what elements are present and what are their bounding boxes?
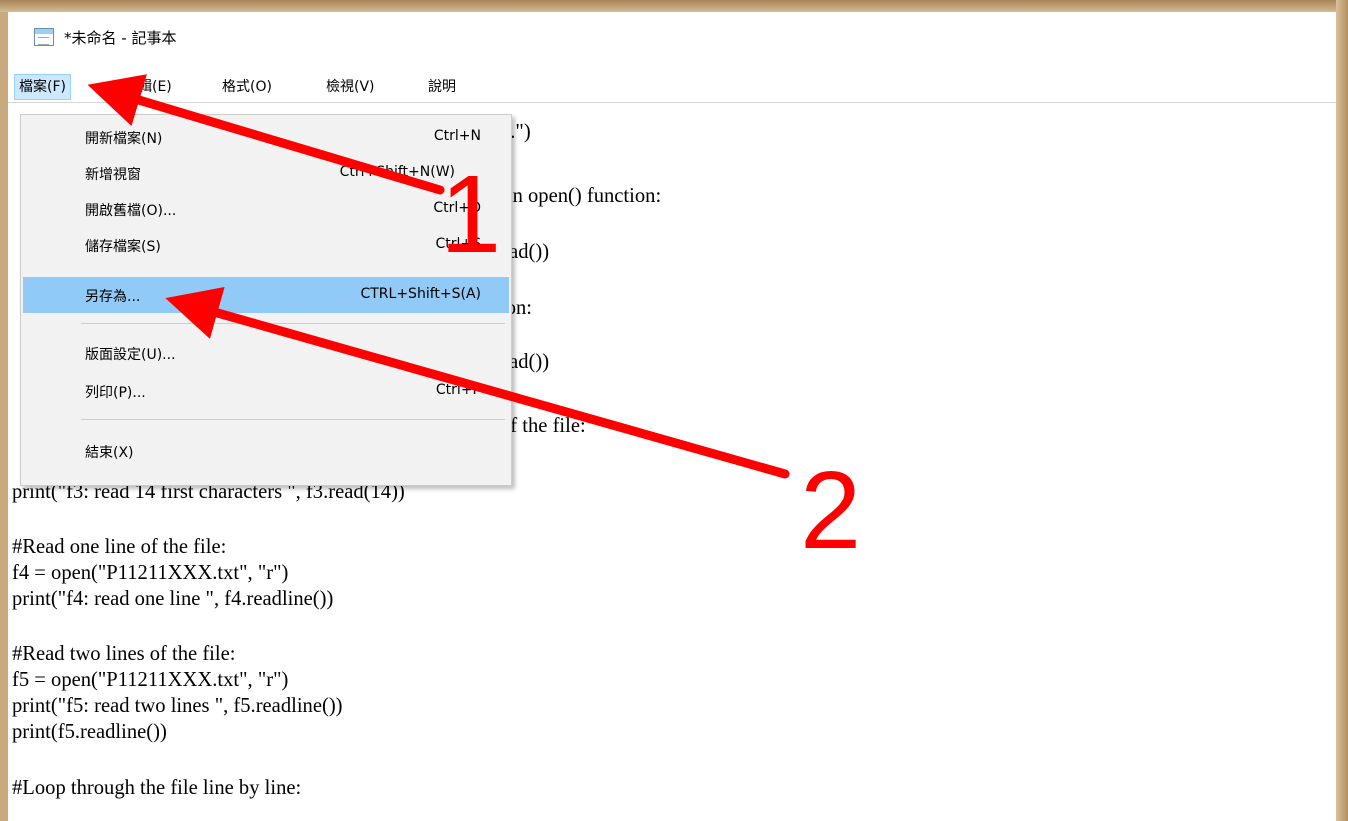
menu-item-save-as[interactable]: 另存為... CTRL+Shift+S(A) [23,277,509,313]
menu-item-label: 儲存檔案(S) [85,239,161,255]
menu-item-new-window[interactable]: 新增視窗 Ctrl+Shift+N(W) [23,155,509,191]
menu-separator [81,419,505,420]
menu-format[interactable]: 格式(O) [218,74,276,100]
code-line: print("f5: read two lines ", f5.readline… [12,693,343,717]
menu-item-label: 新增視窗 [85,167,141,183]
menu-bar: 檔案(F) 編輯(E) 格式(O) 檢視(V) 說明 [8,74,1336,100]
code-line: print(f5.readline()) [12,719,167,743]
step-2-label: 2 [800,449,862,572]
menu-item-label: 結束(X) [85,445,134,461]
editor-top-border [8,102,1336,103]
window-title: *未命名 - 記事本 [64,29,177,47]
desktop-frame-right [1336,0,1348,821]
menu-item-label: 開啟舊檔(O)... [85,203,177,219]
menu-item-print[interactable]: 列印(P)... Ctrl+P [23,373,509,409]
menu-view[interactable]: 檢視(V) [322,74,379,100]
menu-item-shortcut: CTRL+Shift+S(A) [360,286,481,302]
menu-item-shortcut: Ctrl+Shift+N(W) [339,164,455,180]
menu-file[interactable]: 檔案(F) [14,74,71,100]
code-line: -in open() function: [500,183,662,207]
menu-item-label: 版面設定(U)... [85,347,176,363]
notepad-icon [34,28,54,46]
desktop-frame-top [0,0,1348,12]
menu-edit[interactable]: 編輯(E) [120,74,176,100]
menu-item-open[interactable]: 開啟舊檔(O)... Ctrl+O [23,191,509,227]
file-menu-dropdown: 開新檔案(N) Ctrl+N 新增視窗 Ctrl+Shift+N(W) 開啟舊檔… [20,114,512,486]
menu-item-label: 列印(P)... [85,385,146,401]
menu-item-new[interactable]: 開新檔案(N) Ctrl+N [23,119,509,155]
code-line: print("f4: read one line ", f4.readline(… [12,586,334,610]
menu-item-page-setup[interactable]: 版面設定(U)... [23,335,509,371]
menu-item-exit[interactable]: 結束(X) [23,433,509,469]
code-line: #Read one line of the file: [12,534,227,558]
code-line: #Read two lines of the file: [12,641,236,665]
code-line: f5 = open("P11211XXX.txt", "r") [12,667,289,691]
code-line: of the file: [500,413,586,437]
code-line: f4 = open("P11211XXX.txt", "r") [12,560,289,584]
menu-separator [81,323,505,324]
code-line: #Loop through the file line by line: [12,775,302,799]
menu-item-shortcut: Ctrl+N [433,128,481,144]
notepad-window: *未命名 - 記事本 檔案(F) 編輯(E) 格式(O) 檢視(V) 說明 3.… [8,12,1336,821]
title-bar[interactable]: *未命名 - 記事本 [8,12,1336,68]
menu-item-label: 另存為... [85,289,141,305]
menu-help[interactable]: 說明 [424,74,460,100]
menu-item-shortcut: Ctrl+P [435,382,481,398]
menu-item-label: 開新檔案(N) [85,131,163,147]
menu-item-save[interactable]: 儲存檔案(S) Ctrl+S [23,227,509,263]
step-1-label: 1 [440,153,502,276]
